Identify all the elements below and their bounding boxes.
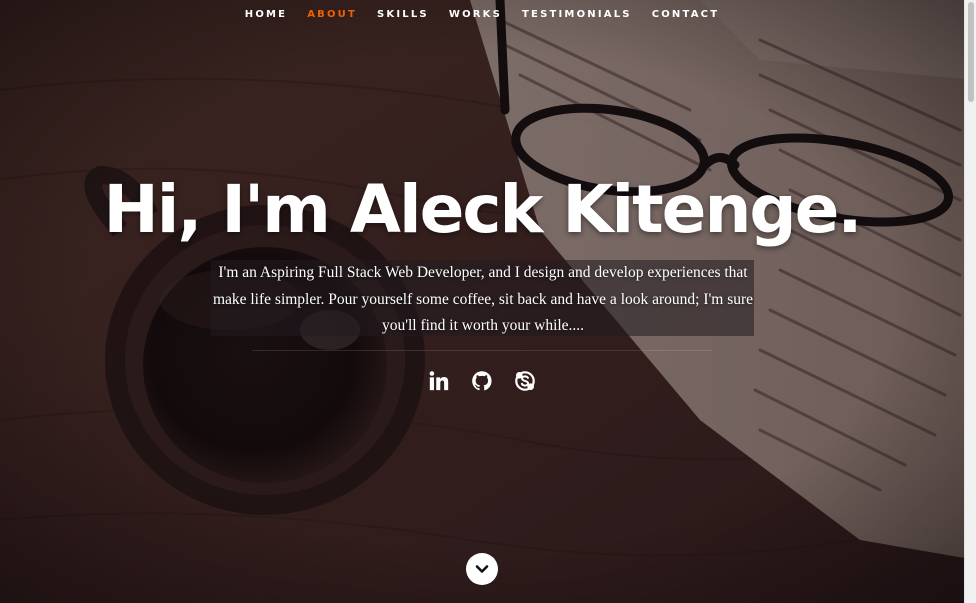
- hero-intro-text: I'm an Aspiring Full Stack Web Developer…: [212, 264, 754, 334]
- github-icon: [472, 371, 492, 391]
- nav-item-home[interactable]: HOME: [235, 8, 297, 22]
- hero-section: HOME ABOUT SKILLS WORKS TESTIMONIALS CON…: [0, 0, 976, 603]
- github-link[interactable]: [471, 370, 493, 392]
- page-scrollbar[interactable]: [964, 0, 976, 603]
- social-links: [0, 370, 964, 392]
- nav-item-testimonials[interactable]: TESTIMONIALS: [512, 8, 642, 22]
- nav-item-works[interactable]: WORKS: [439, 8, 512, 22]
- linkedin-link[interactable]: [428, 370, 450, 392]
- hero-headline: Hi, I'm Aleck Kitenge.: [103, 171, 862, 248]
- nav-item-about[interactable]: ABOUT: [297, 8, 367, 22]
- main-nav: HOME ABOUT SKILLS WORKS TESTIMONIALS CON…: [0, 8, 964, 22]
- hero-divider: [252, 350, 712, 351]
- linkedin-icon: [429, 371, 449, 391]
- skype-link[interactable]: [514, 370, 536, 392]
- nav-item-skills[interactable]: SKILLS: [367, 8, 439, 22]
- scroll-down-button[interactable]: [466, 553, 498, 585]
- skype-icon: [515, 371, 535, 391]
- nav-item-contact[interactable]: CONTACT: [642, 8, 730, 22]
- scrollbar-thumb[interactable]: [968, 2, 974, 102]
- chevron-down-icon: [475, 565, 489, 573]
